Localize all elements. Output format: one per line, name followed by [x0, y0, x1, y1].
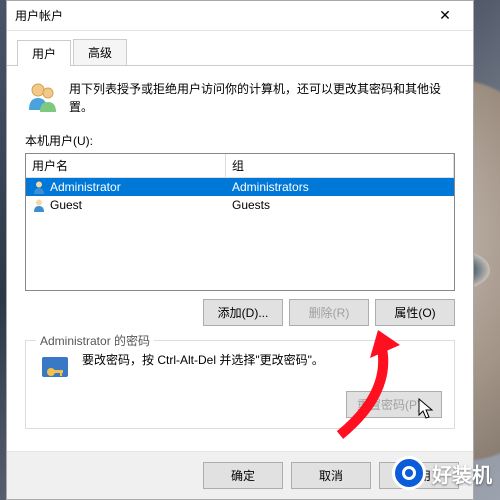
users-table[interactable]: 用户名 组 Administrator Administrators: [25, 153, 455, 291]
properties-button[interactable]: 属性(O): [375, 299, 455, 326]
users-icon: [25, 80, 59, 114]
cell-username: Administrator: [50, 180, 121, 194]
users-label: 本机用户(U):: [25, 132, 455, 149]
user-accounts-dialog: 用户帐户 ✕ 用户 高级 用下列表授予或拒绝用户访问你的计算机，还可以更改其密码…: [6, 0, 474, 500]
cell-group: Administrators: [226, 179, 454, 195]
table-header: 用户名 组: [26, 154, 454, 178]
reset-password-button: 重置密码(P)...: [346, 391, 442, 418]
cell-username: Guest: [50, 198, 82, 212]
ok-button[interactable]: 确定: [203, 462, 283, 489]
user-buttons-row: 添加(D)... 删除(R) 属性(O): [25, 299, 455, 326]
password-group: Administrator 的密码 要改密码，按 Ctrl-Alt-Del 并选…: [25, 340, 455, 429]
close-button[interactable]: ✕: [425, 2, 465, 30]
tab-users[interactable]: 用户: [17, 40, 71, 66]
user-icon: [32, 198, 46, 212]
password-legend: Administrator 的密码: [36, 332, 154, 349]
intro-row: 用下列表授予或拒绝用户访问你的计算机，还可以更改其密码和其他设置。: [25, 80, 455, 116]
watermark: 好装机: [392, 456, 492, 490]
user-icon: [32, 180, 46, 194]
delete-button: 删除(R): [289, 299, 369, 326]
window-title: 用户帐户: [15, 7, 425, 24]
intro-text: 用下列表授予或拒绝用户访问你的计算机，还可以更改其密码和其他设置。: [69, 80, 455, 116]
tab-strip: 用户 高级: [7, 31, 473, 66]
col-header-group[interactable]: 组: [226, 154, 454, 177]
add-button[interactable]: 添加(D)...: [203, 299, 283, 326]
table-row[interactable]: Guest Guests: [26, 196, 454, 214]
cell-group: Guests: [226, 197, 454, 213]
col-header-username[interactable]: 用户名: [26, 154, 226, 177]
tab-advanced[interactable]: 高级: [73, 39, 127, 65]
table-row[interactable]: Administrator Administrators: [26, 178, 454, 196]
watermark-badge-icon: [392, 456, 426, 490]
cancel-button[interactable]: 取消: [291, 462, 371, 489]
tab-content: 用下列表授予或拒绝用户访问你的计算机，还可以更改其密码和其他设置。 本机用户(U…: [7, 66, 473, 451]
password-text: 要改密码，按 Ctrl-Alt-Del 并选择"更改密码"。: [82, 351, 324, 368]
titlebar: 用户帐户 ✕: [7, 1, 473, 31]
watermark-text: 好装机: [432, 459, 492, 488]
key-icon: [38, 351, 72, 385]
